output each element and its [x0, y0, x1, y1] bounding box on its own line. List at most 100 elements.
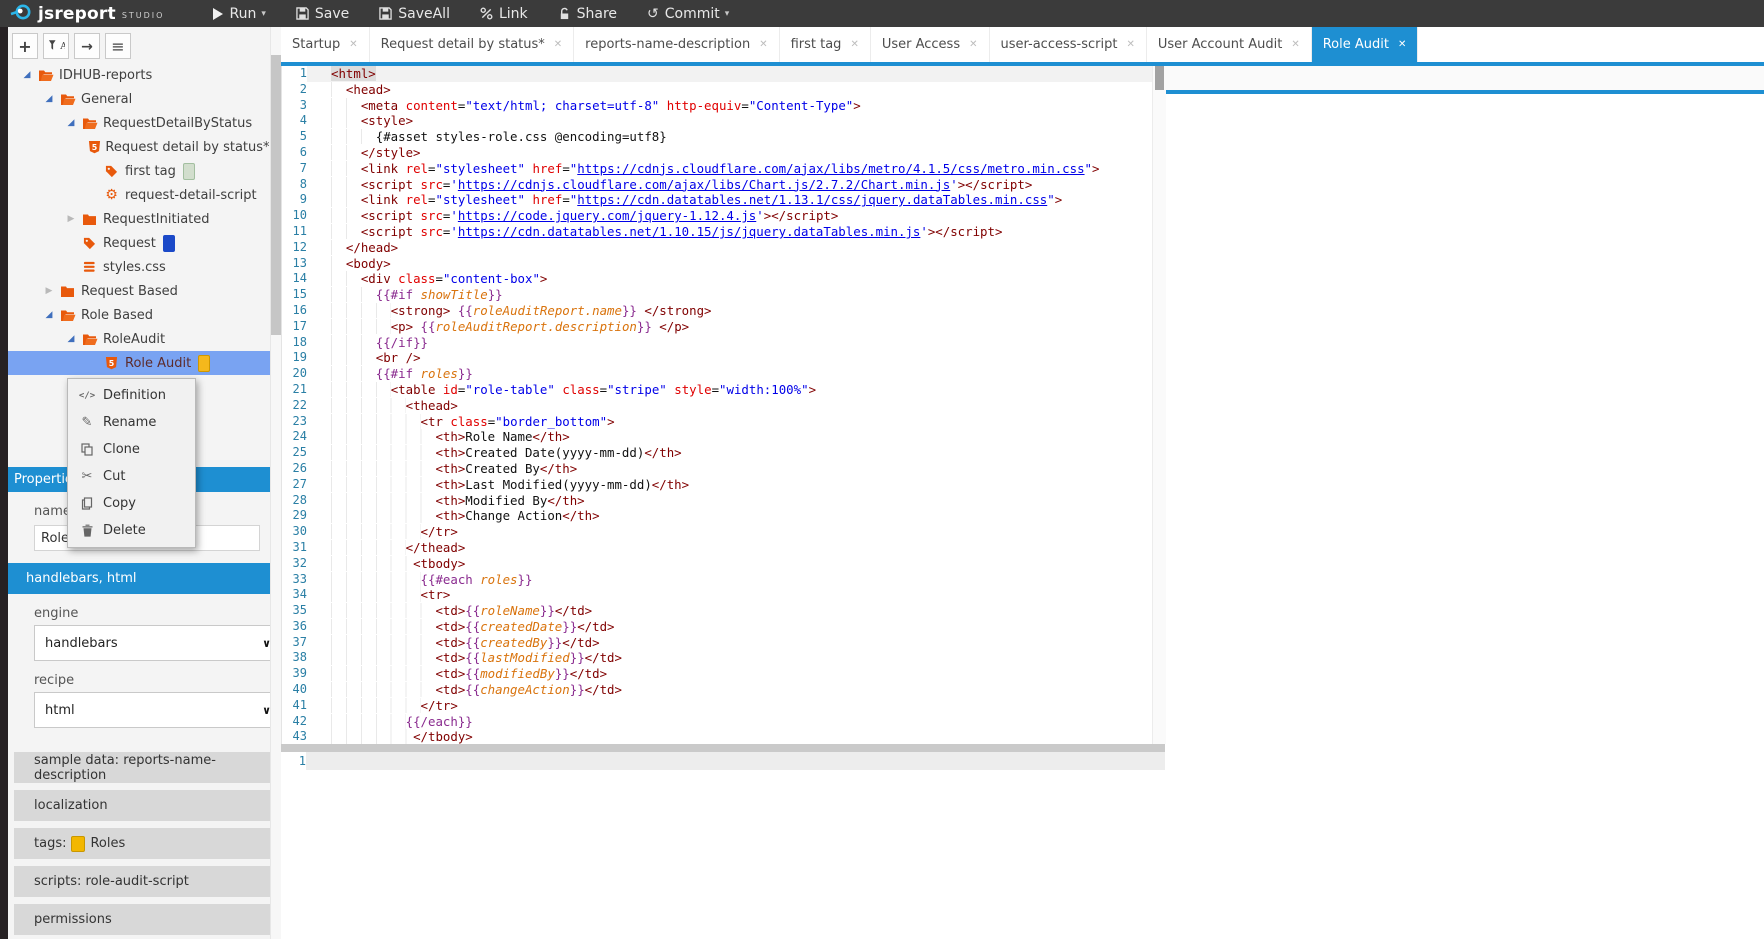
tree-item-general[interactable]: ◢General: [8, 87, 281, 111]
template-type-bar[interactable]: handlebars, html: [8, 563, 271, 594]
code-token: >: [809, 382, 816, 397]
tree-item-styles-css[interactable]: styles.css: [8, 255, 281, 279]
code-token: roles: [421, 366, 458, 381]
section-localization-button[interactable]: localization: [14, 790, 281, 821]
collapsed-arrow-icon[interactable]: ▶: [40, 286, 58, 296]
tree-item-request[interactable]: Request: [8, 231, 281, 255]
code-token: showTitle: [421, 287, 488, 302]
tab-close-icon[interactable]: ✕: [969, 39, 977, 50]
code-line-content: <script src='https://cdn.datatables.net/…: [307, 224, 1166, 240]
toolbar-share-button[interactable]: Share: [558, 6, 617, 22]
tab-startup[interactable]: Startup ✕: [281, 27, 370, 62]
section-sample-data-reports-name-description-button[interactable]: sample data: reports-name-description: [14, 752, 281, 783]
tree-item-label: Role Based: [81, 308, 153, 323]
editor-splitter[interactable]: [281, 744, 1165, 752]
tree-item-idhub-reports[interactable]: ◢IDHUB-reports: [8, 63, 281, 87]
tab-user-access[interactable]: User Access✕: [871, 27, 990, 62]
floppy-icon: [296, 7, 309, 20]
code-line-content: <tr>: [307, 587, 1166, 603]
editor-scrollbar[interactable]: [1152, 66, 1166, 744]
code-line: 34 <tr>: [282, 587, 1166, 603]
context-menu-definition[interactable]: </>Definition: [68, 382, 195, 409]
tab-close-icon[interactable]: ✕: [850, 39, 858, 50]
recipe-select[interactable]: html ∨: [34, 692, 281, 728]
expanded-arrow-icon[interactable]: ◢: [62, 118, 80, 128]
tab-close-icon[interactable]: ✕: [554, 39, 562, 50]
context-menu-cut[interactable]: ✂Cut: [68, 463, 195, 490]
tab-role-audit[interactable]: Role Audit✕: [1312, 27, 1419, 62]
code-token: https://code.jquery.com/jquery-1.12.4.js: [458, 208, 756, 223]
new-entity-button[interactable]: +: [12, 33, 38, 59]
jsreport-logo[interactable]: jsreport STUDIO: [10, 3, 164, 25]
code-token: [331, 635, 435, 650]
tab-reports-name-description[interactable]: reports-name-description✕: [574, 27, 779, 62]
code-editor[interactable]: 1<html>2 <head>3 <meta content="text/htm…: [281, 66, 1166, 744]
tree-item-requestdetailbystatus[interactable]: ◢RequestDetailByStatus: [8, 111, 281, 135]
code-line: 21 <table id="role-table" class="stripe"…: [282, 382, 1166, 398]
collapsed-arrow-icon[interactable]: ▶: [62, 214, 80, 224]
line-number: 38: [282, 650, 307, 666]
svg-text:A: A: [59, 41, 65, 51]
code-token: <html>: [331, 66, 376, 81]
tree-item-roleaudit[interactable]: ◢RoleAudit: [8, 327, 281, 351]
expanded-arrow-icon[interactable]: ◢: [62, 334, 80, 344]
tree-item-request-based[interactable]: ▶Request Based: [8, 279, 281, 303]
scissors-icon: ✂: [78, 469, 96, 484]
section-scripts-role-audit-script-button[interactable]: scripts: role-audit-script: [14, 866, 281, 897]
tab-close-icon[interactable]: ✕: [759, 39, 767, 50]
tab-user-access-script[interactable]: user-access-script✕: [990, 27, 1147, 62]
editor-scrollbar-thumb[interactable]: [1155, 66, 1164, 90]
tab-first-tag[interactable]: first tag✕: [780, 27, 871, 62]
code-line-content: </tbody>: [307, 729, 1166, 744]
toolbar-link-button[interactable]: Link: [480, 6, 528, 22]
tab-close-icon[interactable]: ✕: [1398, 39, 1406, 50]
toolbar-run-button[interactable]: Run▾: [212, 6, 265, 22]
tree-item-request-detail-script[interactable]: ⚙request-detail-script: [8, 183, 281, 207]
tree-item-role-audit[interactable]: 5Role Audit: [8, 351, 281, 375]
code-token: [435, 382, 442, 397]
code-token: {{: [465, 635, 480, 650]
section-tags-button[interactable]: tags:Roles: [14, 828, 281, 859]
section-permissions-button[interactable]: permissions: [14, 904, 281, 935]
tab-request-detail-by-status-[interactable]: Request detail by status*✕: [370, 27, 575, 62]
tree-item-requestinitiated[interactable]: ▶RequestInitiated: [8, 207, 281, 231]
context-menu-rename[interactable]: ✎Rename: [68, 409, 195, 436]
tree-item-role-based[interactable]: ◢ Role Based: [8, 303, 281, 327]
helpers-editor[interactable]: 1: [281, 752, 1165, 939]
code-token: <link: [361, 161, 398, 176]
context-menu-copy[interactable]: Copy: [68, 490, 195, 517]
properties-sections: sample data: reports-name-descriptionloc…: [8, 752, 271, 935]
tab-close-icon[interactable]: ✕: [1126, 39, 1134, 50]
expanded-arrow-icon[interactable]: ◢: [18, 70, 36, 80]
tab-user-account-audit[interactable]: User Account Audit✕: [1147, 27, 1312, 62]
sidebar-scrollbar-thumb[interactable]: [271, 55, 281, 335]
arrow-right-icon: →: [81, 37, 93, 55]
tree-item-request-detail-by-status-[interactable]: 5Request detail by status*: [8, 135, 281, 159]
code-token: "text/html; charset=utf-8": [465, 98, 659, 113]
sidebar-scrollbar[interactable]: [270, 27, 281, 939]
toolbar-save-button[interactable]: Save: [296, 6, 349, 22]
tree-item-first-tag[interactable]: first tag: [8, 159, 281, 183]
toolbar-saveall-button[interactable]: SaveAll: [379, 6, 450, 22]
tab-label: Startup: [292, 37, 340, 52]
toolbar-commit-button[interactable]: ↺Commit▾: [647, 6, 729, 22]
code-token: Change Action: [465, 508, 562, 523]
expanded-arrow-icon[interactable]: ◢: [40, 310, 58, 320]
tab-close-icon[interactable]: ✕: [349, 39, 357, 50]
code-line: 15 {{#if showTitle}}: [282, 287, 1166, 303]
code-token: </tr>: [421, 698, 458, 713]
tab-close-icon[interactable]: ✕: [1291, 39, 1299, 50]
code-line: 36 <td>{{createdDate}}</td>: [282, 619, 1166, 635]
context-menu-delete[interactable]: Delete: [68, 517, 195, 544]
code-line: 24 <th>Role Name</th>: [282, 429, 1166, 445]
code-token: </td>: [585, 682, 622, 697]
context-menu-clone[interactable]: Clone: [68, 436, 195, 463]
line-number: 29: [282, 508, 307, 524]
toolbar-button-label: Share: [577, 6, 617, 22]
menu-button[interactable]: ≡: [105, 33, 131, 59]
engine-select[interactable]: handlebars ∨: [34, 625, 281, 661]
expanded-arrow-icon[interactable]: ◢: [40, 94, 58, 104]
code-line: 8 <script src='https://cdnjs.cloudflare.…: [282, 177, 1166, 193]
collapse-button[interactable]: →: [74, 33, 100, 59]
filter-button[interactable]: A: [43, 33, 69, 59]
